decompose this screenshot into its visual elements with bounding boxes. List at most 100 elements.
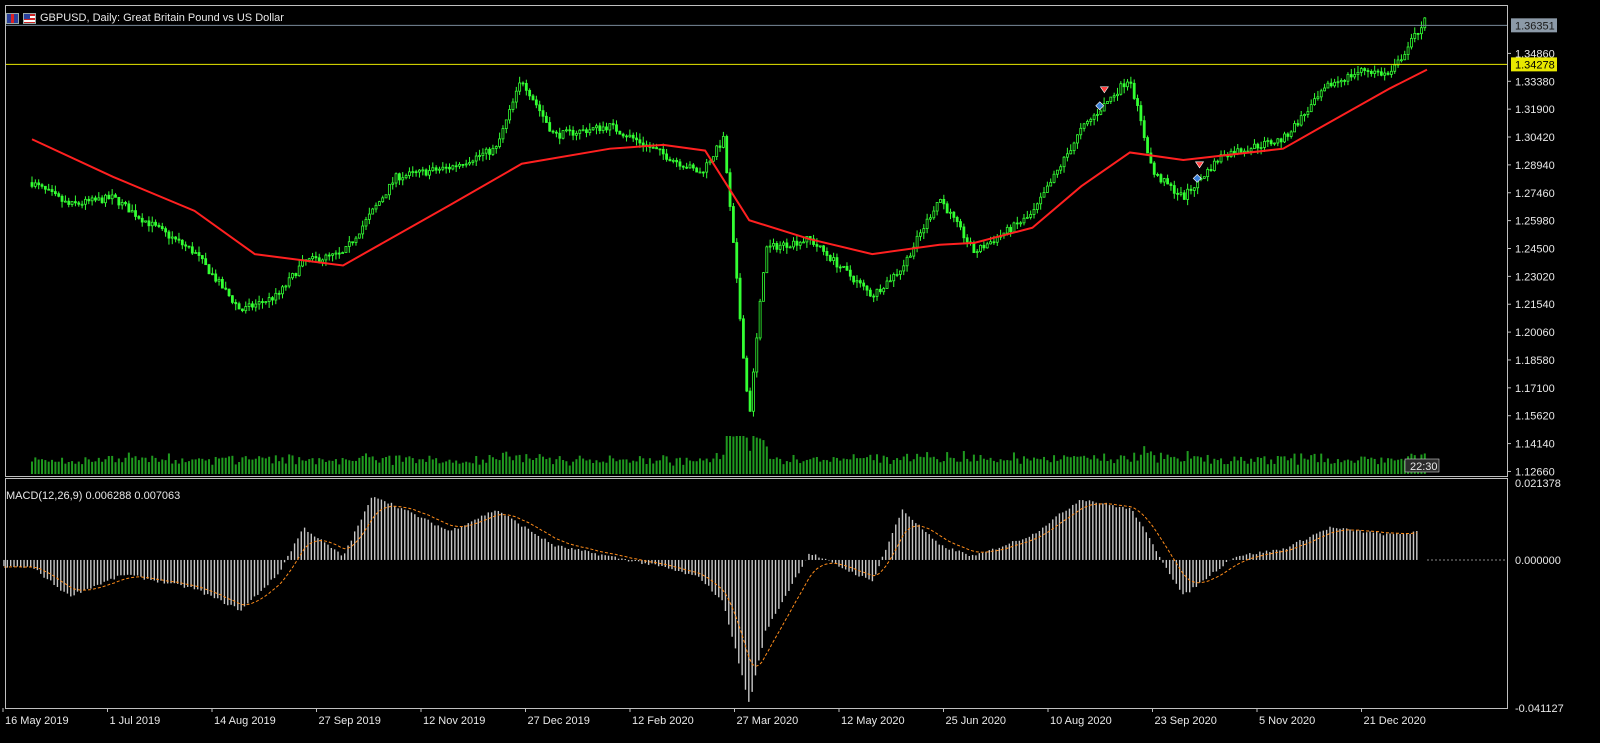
candle-body	[1273, 142, 1276, 145]
volume-bar	[1263, 456, 1266, 474]
candle-body	[174, 236, 178, 240]
volume-bar	[1220, 458, 1223, 474]
volume-bar	[211, 464, 214, 474]
candle-body	[528, 89, 532, 97]
volume-bar	[294, 464, 297, 474]
volume-bar	[1079, 456, 1082, 474]
volume-bar	[752, 436, 755, 474]
candle-body	[715, 145, 719, 158]
candle-body	[1189, 188, 1193, 191]
candle-body	[852, 275, 856, 283]
volume-bar	[401, 461, 404, 474]
candle-body	[752, 371, 755, 412]
volume-bar	[448, 459, 451, 474]
candle-body	[157, 224, 161, 227]
volume-bar	[672, 465, 675, 474]
candle-body	[1243, 150, 1246, 153]
candle-body	[1066, 153, 1069, 158]
candle-body	[1259, 147, 1263, 149]
candle-body	[631, 134, 635, 139]
volume-bar	[1276, 456, 1279, 474]
candle-body	[247, 303, 251, 307]
candle-body	[832, 257, 835, 262]
candle-body	[1025, 216, 1029, 219]
candle-body	[1263, 140, 1266, 148]
volume-bar	[238, 462, 241, 474]
price-tick-label: 1.20060	[1515, 327, 1555, 339]
volume-bar	[64, 463, 67, 474]
volume-bar	[1129, 461, 1132, 474]
volume-bar	[388, 455, 391, 474]
candle-body	[30, 182, 34, 187]
volume-bar	[855, 458, 858, 474]
volume-bar	[658, 460, 661, 474]
candle-body	[1256, 143, 1260, 149]
volume-bar	[1323, 462, 1326, 474]
volume-bar	[254, 458, 257, 474]
volume-bar	[1350, 460, 1353, 474]
candle-body	[100, 197, 104, 204]
volume-bar	[652, 463, 655, 474]
candle-body	[1169, 183, 1173, 186]
volume-bar	[959, 461, 962, 474]
volume-bar	[792, 454, 795, 474]
volume-bar	[916, 453, 919, 474]
volume-bar	[468, 462, 471, 474]
candle-body	[180, 239, 184, 246]
candle-body	[284, 285, 288, 288]
volume-bar	[986, 459, 989, 474]
volume-bar	[628, 462, 631, 474]
time-tick-label: 21 Dec 2020	[1364, 715, 1426, 727]
volume-bar	[51, 459, 54, 474]
volume-bar	[378, 462, 381, 474]
price-tick-label: 1.28940	[1515, 160, 1555, 172]
candles	[30, 17, 1427, 417]
time-tick-label: 25 Jun 2020	[946, 715, 1007, 727]
volume-bar	[1293, 453, 1296, 474]
volume-bar	[1367, 459, 1369, 474]
axes: 1.348601.333801.319001.304201.289401.274…	[2, 5, 1564, 727]
volume-bar	[1340, 462, 1343, 474]
volume-bar	[301, 460, 304, 474]
candle-body	[120, 202, 124, 206]
candle-body	[621, 133, 625, 137]
candle-body	[1269, 140, 1273, 145]
volume-bar	[795, 459, 798, 474]
candle-body	[431, 167, 435, 171]
volume-bar	[769, 458, 772, 474]
candle-body	[868, 289, 872, 297]
price-tick-label: 1.15620	[1515, 411, 1555, 423]
volume-bar	[344, 459, 347, 474]
volume-bar	[799, 463, 802, 474]
volume-bar	[418, 459, 421, 474]
candle-body	[1289, 131, 1293, 137]
volume-bar	[114, 462, 117, 474]
volume-bar	[1246, 463, 1249, 474]
candle-body	[484, 148, 488, 154]
volume-bar	[1387, 458, 1390, 474]
candle-body	[464, 163, 468, 166]
volume-bar	[1233, 456, 1236, 474]
volume-bar	[1283, 456, 1286, 474]
candle-body	[608, 123, 612, 131]
chart-canvas[interactable]: 1.348601.333801.319001.304201.289401.274…	[0, 0, 1600, 743]
volume-bar	[187, 461, 190, 474]
candle-body	[628, 134, 632, 138]
volume-bar	[331, 460, 334, 474]
volume-bar	[431, 459, 434, 474]
candle-body	[1356, 71, 1360, 75]
volume-bar	[692, 461, 695, 474]
volume-bar	[789, 462, 792, 474]
candle-body	[264, 301, 268, 304]
candle-body	[661, 148, 665, 155]
volume-bar	[1149, 451, 1152, 474]
volume-bar	[321, 459, 324, 474]
candle-body	[311, 256, 314, 260]
candle-body	[508, 109, 512, 121]
candle-body	[438, 168, 441, 171]
volume-bar	[812, 457, 815, 474]
volume-bar	[405, 457, 408, 474]
candle-body	[1055, 169, 1059, 175]
volume-bar	[425, 461, 428, 474]
volume-bar	[1012, 452, 1015, 474]
